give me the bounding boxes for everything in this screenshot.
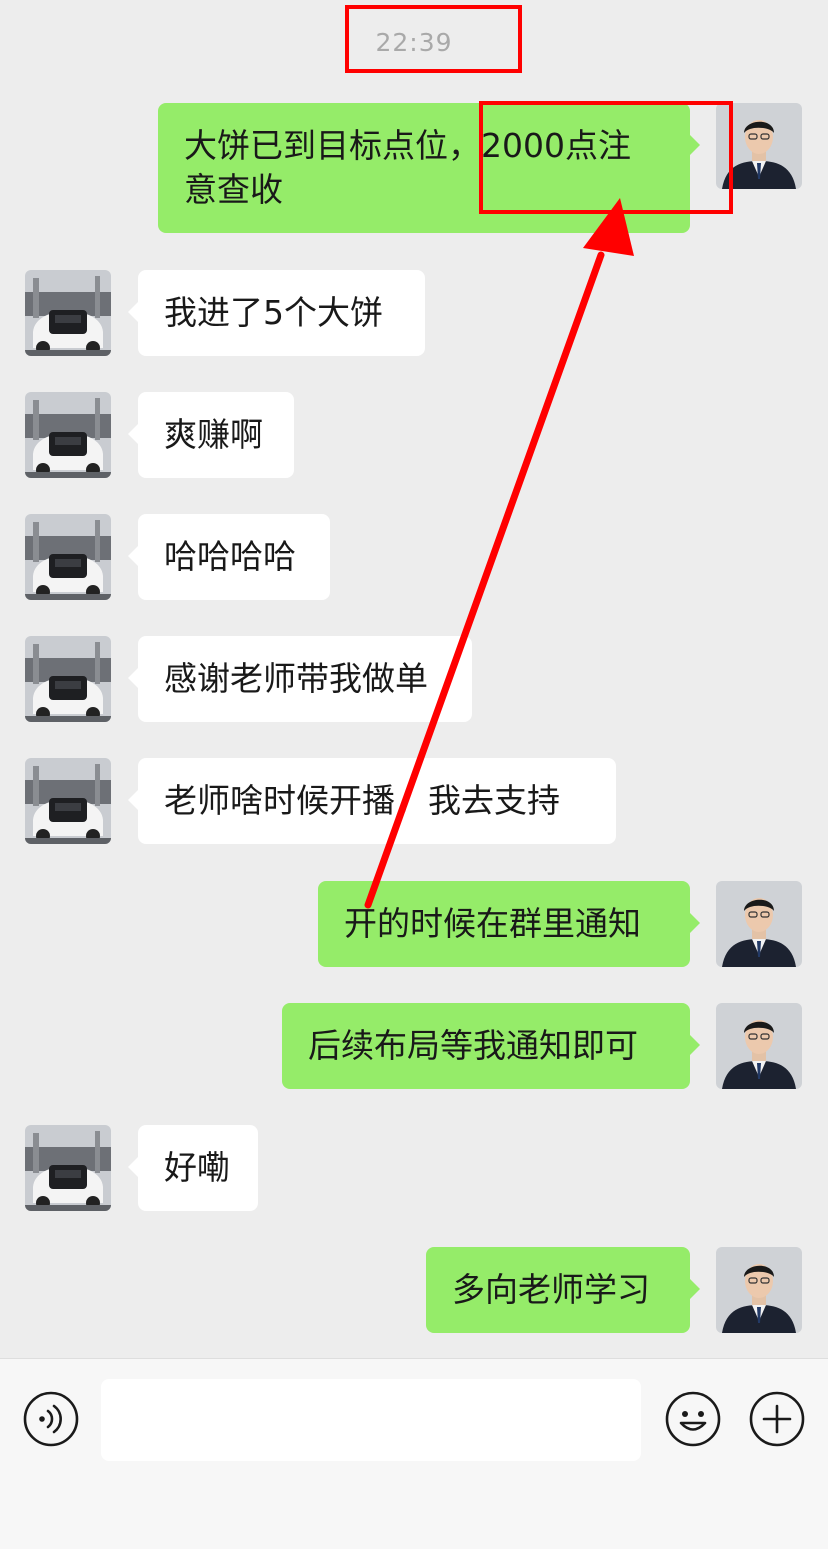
incoming-message-bubble[interactable]: 好嘞	[128, 1125, 258, 1211]
car-engine-avatar-icon	[25, 636, 111, 722]
incoming-message-bubble[interactable]: 爽赚啊	[128, 392, 294, 478]
car-engine-avatar-icon	[25, 1125, 111, 1211]
message-line: 意查收	[184, 170, 283, 209]
incoming-message-bubble[interactable]: 我进了5个大饼	[128, 270, 425, 356]
contact-avatar[interactable]	[25, 758, 111, 844]
incoming-message-bubble[interactable]: 哈哈哈哈	[128, 514, 330, 600]
message-input[interactable]	[101, 1379, 641, 1461]
man-in-suit-avatar-icon	[716, 103, 802, 189]
car-engine-avatar-icon	[25, 270, 111, 356]
chat-input-bar	[0, 1358, 828, 1549]
voice-icon	[23, 1391, 79, 1447]
outgoing-message-bubble[interactable]: 开的时候在群里通知	[318, 881, 700, 967]
incoming-message-bubble[interactable]: 老师啥时候开播，我去支持	[128, 758, 616, 844]
contact-avatar[interactable]	[25, 514, 111, 600]
self-avatar[interactable]	[716, 881, 802, 967]
outgoing-message-bubble[interactable]: 后续布局等我通知即可	[282, 1003, 700, 1089]
message-text: 大饼已到目标点位，2000点注 意查收	[184, 124, 631, 212]
outgoing-message-bubble[interactable]: 多向老师学习	[426, 1247, 700, 1333]
man-in-suit-avatar-icon	[716, 1247, 802, 1333]
self-avatar[interactable]	[716, 1003, 802, 1089]
message-text: 老师啥时候开播，我去支持	[164, 781, 560, 820]
car-engine-avatar-icon	[25, 392, 111, 478]
contact-avatar[interactable]	[25, 392, 111, 478]
chat-screen: 22:39 大饼已到目标点位，2000点注 意查收 我进了5个大饼 爽赚啊 哈哈…	[0, 0, 828, 1549]
car-engine-avatar-icon	[25, 514, 111, 600]
message-text: 后续布局等我通知即可	[308, 1026, 638, 1065]
contact-avatar[interactable]	[25, 1125, 111, 1211]
message-text: 我进了5个大饼	[164, 293, 383, 332]
message-text: 哈哈哈哈	[164, 537, 296, 576]
self-avatar[interactable]	[716, 103, 802, 189]
message-timestamp: 22:39	[375, 28, 453, 57]
message-text: 爽赚啊	[164, 415, 263, 454]
emoji-button[interactable]	[664, 1390, 722, 1448]
outgoing-message-bubble[interactable]: 大饼已到目标点位，2000点注 意查收	[158, 103, 700, 233]
contact-avatar[interactable]	[25, 270, 111, 356]
voice-button[interactable]	[22, 1390, 80, 1448]
message-text: 好嘞	[164, 1148, 230, 1187]
man-in-suit-avatar-icon	[716, 881, 802, 967]
message-text: 感谢老师带我做单	[164, 659, 428, 698]
message-text: 开的时候在群里通知	[344, 904, 641, 943]
message-text: 多向老师学习	[452, 1270, 650, 1309]
incoming-message-bubble[interactable]: 感谢老师带我做单	[128, 636, 472, 722]
plus-icon	[749, 1391, 805, 1447]
contact-avatar[interactable]	[25, 636, 111, 722]
message-line: 大饼已到目标点位，2000点注	[184, 126, 631, 165]
man-in-suit-avatar-icon	[716, 1003, 802, 1089]
self-avatar[interactable]	[716, 1247, 802, 1333]
emoji-icon	[665, 1391, 721, 1447]
more-button[interactable]	[748, 1390, 806, 1448]
car-engine-avatar-icon	[25, 758, 111, 844]
